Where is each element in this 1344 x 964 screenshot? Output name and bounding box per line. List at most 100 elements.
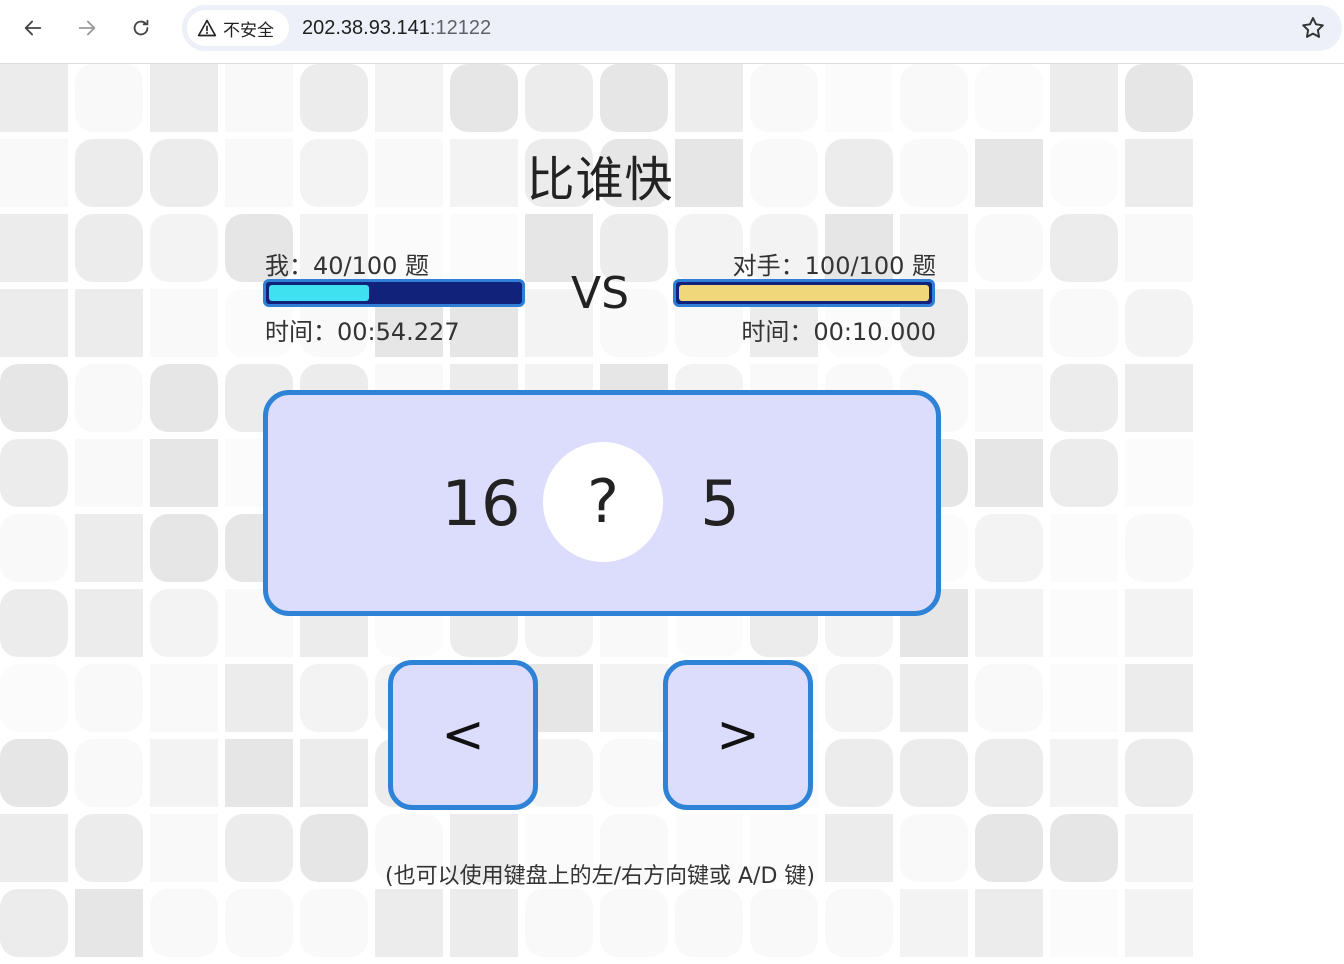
background-tile bbox=[900, 64, 968, 132]
background-tile bbox=[75, 364, 143, 432]
url-text[interactable]: 202.38.93.141:12122 bbox=[302, 5, 491, 51]
background-tile bbox=[0, 889, 68, 957]
background-tile bbox=[300, 64, 368, 132]
left-number: 16 bbox=[441, 467, 521, 540]
operator-placeholder: ? bbox=[543, 442, 663, 562]
arrow-right-icon bbox=[78, 20, 96, 36]
background-tile bbox=[150, 439, 218, 507]
background-tile bbox=[975, 889, 1043, 957]
background-tile bbox=[975, 439, 1043, 507]
security-chip[interactable]: 不安全 bbox=[187, 10, 289, 46]
background-tile bbox=[75, 664, 143, 732]
background-tile bbox=[675, 64, 743, 132]
background-tile bbox=[1050, 589, 1118, 657]
opponent-time: 时间：00:10.000 bbox=[741, 318, 936, 346]
background-tile bbox=[900, 889, 968, 957]
background-tile bbox=[450, 64, 518, 132]
background-tile bbox=[300, 664, 368, 732]
background-tile bbox=[0, 589, 68, 657]
background-tile bbox=[75, 589, 143, 657]
background-tile bbox=[75, 64, 143, 132]
background-tile bbox=[375, 889, 443, 957]
background-tile bbox=[375, 64, 443, 132]
background-tile bbox=[150, 64, 218, 132]
background-tile bbox=[975, 514, 1043, 582]
background-tile bbox=[300, 889, 368, 957]
background-tile bbox=[1125, 64, 1193, 132]
background-tile bbox=[75, 439, 143, 507]
background-tile bbox=[975, 589, 1043, 657]
background-tile bbox=[0, 664, 68, 732]
background-tile bbox=[825, 739, 893, 807]
background-tile bbox=[0, 514, 68, 582]
background-tile bbox=[1050, 64, 1118, 132]
background-tile bbox=[825, 664, 893, 732]
background-tile bbox=[1050, 439, 1118, 507]
question-card: 16 ? 5 bbox=[263, 390, 941, 616]
background-tile bbox=[225, 64, 293, 132]
background-tile bbox=[750, 889, 818, 957]
background-tile bbox=[1125, 439, 1193, 507]
background-tile bbox=[1050, 364, 1118, 432]
background-tile bbox=[675, 889, 743, 957]
warning-icon bbox=[197, 19, 217, 37]
background-tile bbox=[1050, 664, 1118, 732]
opponent-progress-fill bbox=[679, 285, 929, 301]
background-tile bbox=[0, 439, 68, 507]
background-tile bbox=[0, 64, 68, 132]
background-tile bbox=[600, 64, 668, 132]
forward-button[interactable] bbox=[69, 10, 105, 46]
less-than-button[interactable]: < bbox=[388, 660, 538, 810]
background-tile bbox=[1125, 364, 1193, 432]
background-tile bbox=[600, 889, 668, 957]
background-tile bbox=[1050, 889, 1118, 957]
background-tile bbox=[450, 889, 518, 957]
background-tile bbox=[600, 739, 668, 807]
background-tile bbox=[525, 64, 593, 132]
background-tile bbox=[525, 889, 593, 957]
background-tile bbox=[225, 739, 293, 807]
background-tile bbox=[900, 739, 968, 807]
background-tile bbox=[900, 664, 968, 732]
reload-button[interactable] bbox=[123, 10, 159, 46]
background-tile bbox=[1125, 514, 1193, 582]
page-content: 比谁快 我：40/100 题 时间：00:54.227 VS 对手：100/10… bbox=[0, 64, 1344, 964]
security-label: 不安全 bbox=[223, 20, 274, 41]
opponent-progress-label: 对手：100/100 题 bbox=[732, 252, 936, 280]
background-tile bbox=[750, 64, 818, 132]
background-tile bbox=[1125, 664, 1193, 732]
background-tile bbox=[1050, 514, 1118, 582]
background-tile bbox=[150, 664, 218, 732]
address-bar[interactable]: 不安全 202.38.93.141:12122 bbox=[182, 5, 1342, 51]
background-tile bbox=[1050, 739, 1118, 807]
url-port: :12122 bbox=[429, 17, 492, 39]
background-tile bbox=[1125, 889, 1193, 957]
background-tile bbox=[225, 664, 293, 732]
background-tile bbox=[150, 889, 218, 957]
background-tile bbox=[150, 739, 218, 807]
reload-icon bbox=[133, 19, 149, 36]
background-tile bbox=[0, 739, 68, 807]
background-tile bbox=[75, 739, 143, 807]
background-tile bbox=[150, 514, 218, 582]
keyboard-hint: (也可以使用键盘上的左/右方向键或 A/D 键) bbox=[385, 864, 815, 889]
background-tile bbox=[75, 889, 143, 957]
vs-label: VS bbox=[570, 268, 630, 319]
background-tile bbox=[150, 364, 218, 432]
bookmark-button[interactable] bbox=[1300, 15, 1326, 41]
greater-than-button[interactable]: > bbox=[663, 660, 813, 810]
star-icon bbox=[1302, 17, 1324, 38]
background-tile bbox=[975, 664, 1043, 732]
background-tile bbox=[75, 514, 143, 582]
opponent-progress-bar bbox=[673, 279, 935, 307]
background-tile bbox=[1125, 589, 1193, 657]
url-host: 202.38.93.141 bbox=[302, 17, 430, 39]
background-tile bbox=[975, 364, 1043, 432]
background-tile bbox=[300, 739, 368, 807]
back-button[interactable] bbox=[15, 10, 51, 46]
background-tile bbox=[150, 589, 218, 657]
background-tile bbox=[975, 739, 1043, 807]
browser-toolbar: 不安全 202.38.93.141:12122 bbox=[0, 0, 1344, 64]
background-tile bbox=[600, 664, 668, 732]
background-tile bbox=[225, 889, 293, 957]
